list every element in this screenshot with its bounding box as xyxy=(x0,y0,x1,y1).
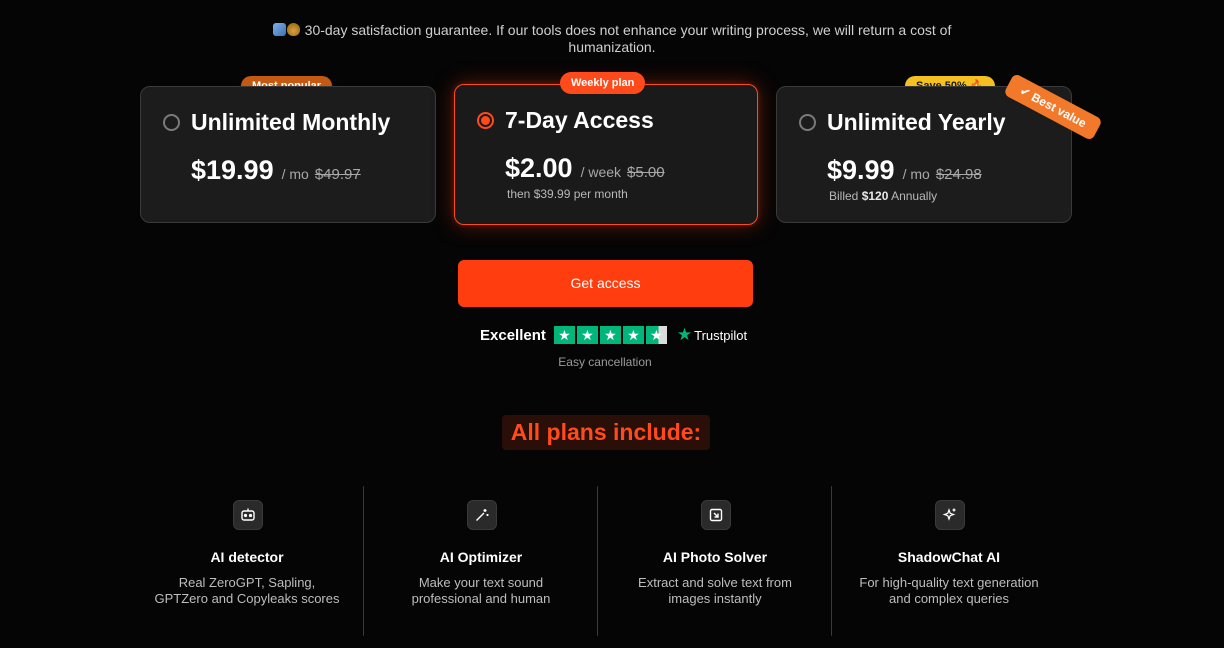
rating-stars: ★ ★ ★ ★ ★ xyxy=(553,326,667,344)
plan-note: Billed $120 Annually xyxy=(829,189,937,203)
feature-ai-photo-solver: AI Photo Solver Extract and solve text f… xyxy=(598,486,832,636)
feature-title: AI detector xyxy=(210,549,284,565)
billed-suffix: Annually xyxy=(891,189,938,203)
plan-radio-weekly[interactable] xyxy=(477,112,494,129)
plan-radio-yearly[interactable] xyxy=(799,114,816,131)
plan-old-price: $5.00 xyxy=(627,164,665,181)
plan-name: Unlimited Monthly xyxy=(191,109,391,135)
plan-price: $19.99 xyxy=(191,155,274,185)
refresh-emoji-icon xyxy=(272,23,286,36)
plan-name: 7-Day Access xyxy=(505,107,654,133)
plan-period: / mo xyxy=(902,166,930,182)
guarantee-banner: 30-day satisfaction guarantee. If our to… xyxy=(240,22,984,56)
feature-description: Make your text sound professional and hu… xyxy=(411,575,551,606)
plan-price: $9.99 xyxy=(827,155,895,185)
feature-ai-detector: AI detector Real ZeroGPT, Sapling, GPTZe… xyxy=(130,486,364,636)
price-row: $19.99 / mo $49.97 xyxy=(191,155,361,186)
plan-price: $2.00 xyxy=(505,153,573,183)
plan-period: / week xyxy=(580,164,622,180)
easy-cancellation-text: Easy cancellation xyxy=(558,355,652,369)
feature-title: ShadowChat AI xyxy=(897,549,1001,565)
star-icon: ★ xyxy=(576,326,598,344)
plan-old-price: $24.98 xyxy=(935,166,982,183)
price-row: $2.00 / week $5.00 xyxy=(505,153,665,184)
feature-shadowchat-ai: ShadowChat AI For high-quality text gene… xyxy=(832,486,1066,636)
robot-icon xyxy=(233,500,263,530)
feature-title: AI Optimizer xyxy=(439,549,523,565)
feature-description: Extract and solve text from images insta… xyxy=(638,575,792,606)
get-access-button[interactable]: Get access xyxy=(458,260,753,307)
star-icon: ★ xyxy=(553,326,575,344)
plan-old-price: $49.97 xyxy=(314,166,361,183)
feature-description: For high-quality text generation and com… xyxy=(859,575,1039,606)
sparkles-icon xyxy=(935,500,965,530)
plan-card-monthly[interactable]: Unlimited Monthly $19.99 / mo $49.97 xyxy=(140,86,436,223)
feature-ai-optimizer: AI Optimizer Make your text sound profes… xyxy=(364,486,598,636)
half-star-icon: ★ xyxy=(645,326,667,344)
guarantee-text: 30-day satisfaction guarantee. If our to… xyxy=(304,22,952,55)
star-icon: ★ xyxy=(622,326,644,344)
weekly-plan-badge: Weekly plan xyxy=(560,72,646,94)
plan-note: then $39.99 per month xyxy=(507,187,628,201)
price-row: $9.99 / mo $24.98 xyxy=(827,155,982,186)
feature-description: Real ZeroGPT, Sapling, GPTZero and Copyl… xyxy=(154,575,340,606)
plan-card-weekly[interactable]: 7-Day Access $2.00 / week $5.00 then $39.9… xyxy=(454,84,758,225)
billed-prefix: Billed xyxy=(829,189,859,203)
magic-wand-icon xyxy=(467,500,497,530)
money-bag-emoji-icon xyxy=(286,23,300,36)
trustpilot-star-icon: ★ xyxy=(676,325,693,344)
plan-period: / mo xyxy=(281,166,309,182)
image-icon xyxy=(701,500,731,530)
plan-name: Unlimited Yearly xyxy=(827,109,1006,135)
feature-title: AI Photo Solver xyxy=(662,549,768,565)
plan-radio-monthly[interactable] xyxy=(163,114,180,131)
star-icon: ★ xyxy=(599,326,621,344)
trustpilot-label: Trustpilot xyxy=(694,327,748,343)
rating-label: Excellent xyxy=(480,326,546,344)
trustpilot-rating[interactable]: Excellent ★ ★ ★ ★ ★ ★ Trustpilot xyxy=(480,325,747,345)
all-plans-include-heading: All plans include: xyxy=(502,415,710,450)
billed-amount: $120 xyxy=(861,189,889,203)
